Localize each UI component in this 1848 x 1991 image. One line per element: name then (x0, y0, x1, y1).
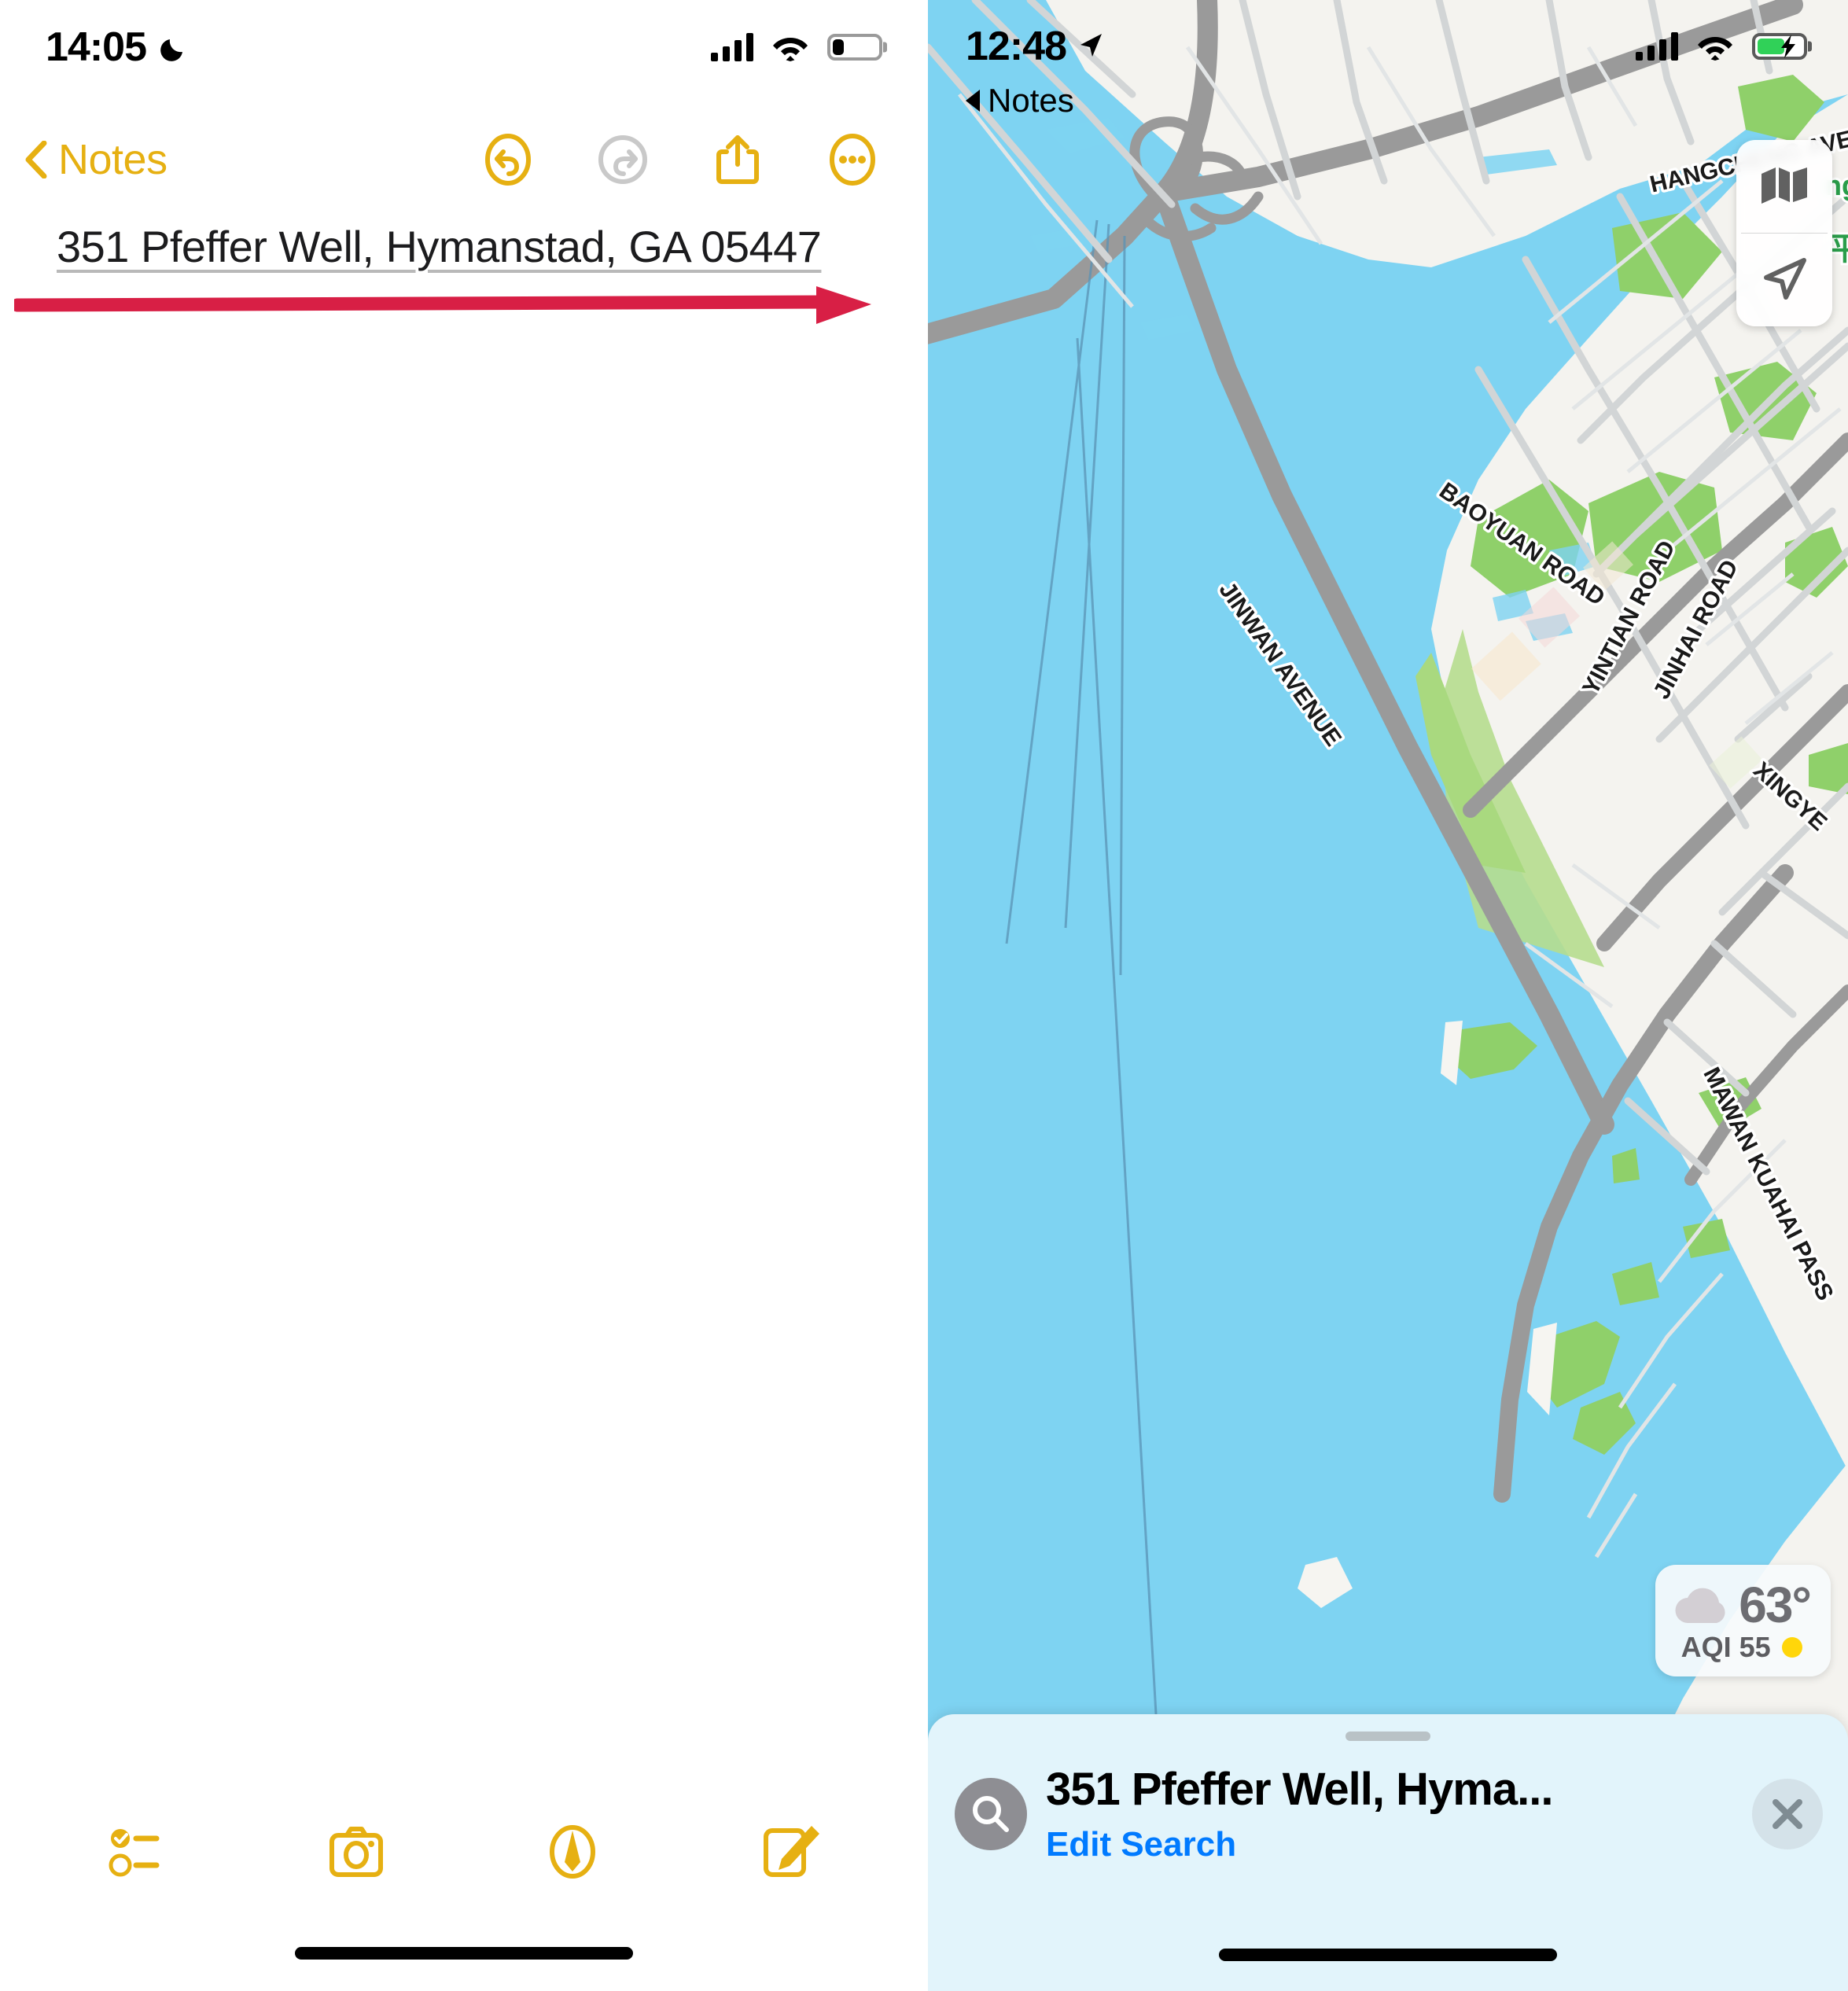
cellular-signal-icon (711, 33, 753, 61)
cloud-icon (1673, 1584, 1731, 1626)
notes-nav-bar: Notes (0, 116, 928, 203)
notes-bottom-toolbar (0, 1801, 928, 1903)
map-controls-card (1736, 140, 1832, 326)
status-bar-left: 14:05 (46, 24, 190, 71)
red-arrow-annotation (14, 286, 871, 324)
checklist-icon[interactable] (108, 1820, 172, 1884)
camera-icon[interactable] (324, 1820, 388, 1884)
maps-status-bar: 12:48 (928, 0, 1848, 93)
status-bar-right (711, 33, 882, 61)
weather-widget[interactable]: 63° AQI 55 (1655, 1565, 1831, 1676)
close-x-icon[interactable] (1752, 1778, 1823, 1849)
weather-top-row: 63° (1673, 1576, 1812, 1634)
locate-arrow-icon[interactable] (1736, 234, 1832, 326)
wifi-icon (1697, 32, 1733, 61)
note-paragraph: 351 Pfeffer Well, Hymanstad, GA 05447 (0, 222, 928, 272)
share-icon[interactable] (711, 133, 764, 186)
note-address-link[interactable]: 351 Pfeffer Well, Hymanstad, GA 05447 (57, 222, 822, 271)
status-time: 12:48 (966, 24, 1067, 69)
home-indicator (295, 1947, 633, 1960)
compose-icon[interactable] (757, 1820, 821, 1884)
search-result-title: 351 Pfeffer Well, Hyma... (1046, 1764, 1553, 1815)
markup-pen-icon[interactable] (540, 1820, 605, 1884)
note-content-area[interactable]: 351 Pfeffer Well, Hymanstad, GA 05447 (0, 222, 928, 1834)
maps-status-right (1636, 32, 1807, 61)
battery-low-icon (827, 34, 882, 61)
notes-status-bar: 14:05 (0, 0, 928, 94)
map-canvas[interactable]: HANGCHENG AVENUE BAOYUAN ROAD JINWAN AVE… (928, 0, 1848, 1991)
home-indicator (1219, 1949, 1557, 1961)
battery-charging-icon (1752, 33, 1807, 60)
maps-app-panel: HANGCHENG AVENUE BAOYUAN ROAD JINWAN AVE… (928, 0, 1848, 1991)
maps-status-left: 12:48 (966, 23, 1107, 70)
edit-search-link[interactable]: Edit Search (1046, 1825, 1733, 1864)
redo-icon (596, 133, 650, 186)
aqi-status-dot (1781, 1637, 1802, 1658)
chevron-left-icon (24, 140, 47, 179)
location-arrow-icon (1076, 31, 1107, 62)
dual-screenshot-container: 14:05 Notes 351 Pfeffer Well, Hymanstad,… (0, 0, 1848, 1991)
undo-icon[interactable] (481, 133, 535, 186)
cellular-signal-icon (1636, 32, 1678, 61)
map-layers-icon[interactable] (1736, 140, 1832, 233)
more-ellipsis-icon[interactable] (826, 133, 879, 186)
wifi-icon (772, 33, 808, 61)
sheet-grabber[interactable] (1346, 1732, 1430, 1741)
aqi-label: AQI 55 (1681, 1631, 1771, 1663)
crescent-moon-icon (159, 31, 190, 63)
sheet-text-block: 351 Pfeffer Well, Hyma... Edit Search (1046, 1763, 1733, 1864)
status-time: 14:05 (46, 24, 147, 70)
back-triangle-icon (966, 90, 980, 112)
search-icon[interactable] (955, 1777, 1027, 1850)
temperature-value: 63° (1739, 1577, 1812, 1633)
notes-nav-actions (481, 133, 901, 186)
notes-app-panel: 14:05 Notes 351 Pfeffer Well, Hymanstad,… (0, 0, 928, 1991)
back-to-notes-link[interactable]: Notes (966, 82, 1074, 120)
back-button-label: Notes (58, 136, 167, 183)
aqi-row: AQI 55 (1681, 1631, 1802, 1664)
back-to-notes-button[interactable]: Notes (24, 135, 167, 184)
back-to-notes-label: Notes (988, 82, 1074, 119)
